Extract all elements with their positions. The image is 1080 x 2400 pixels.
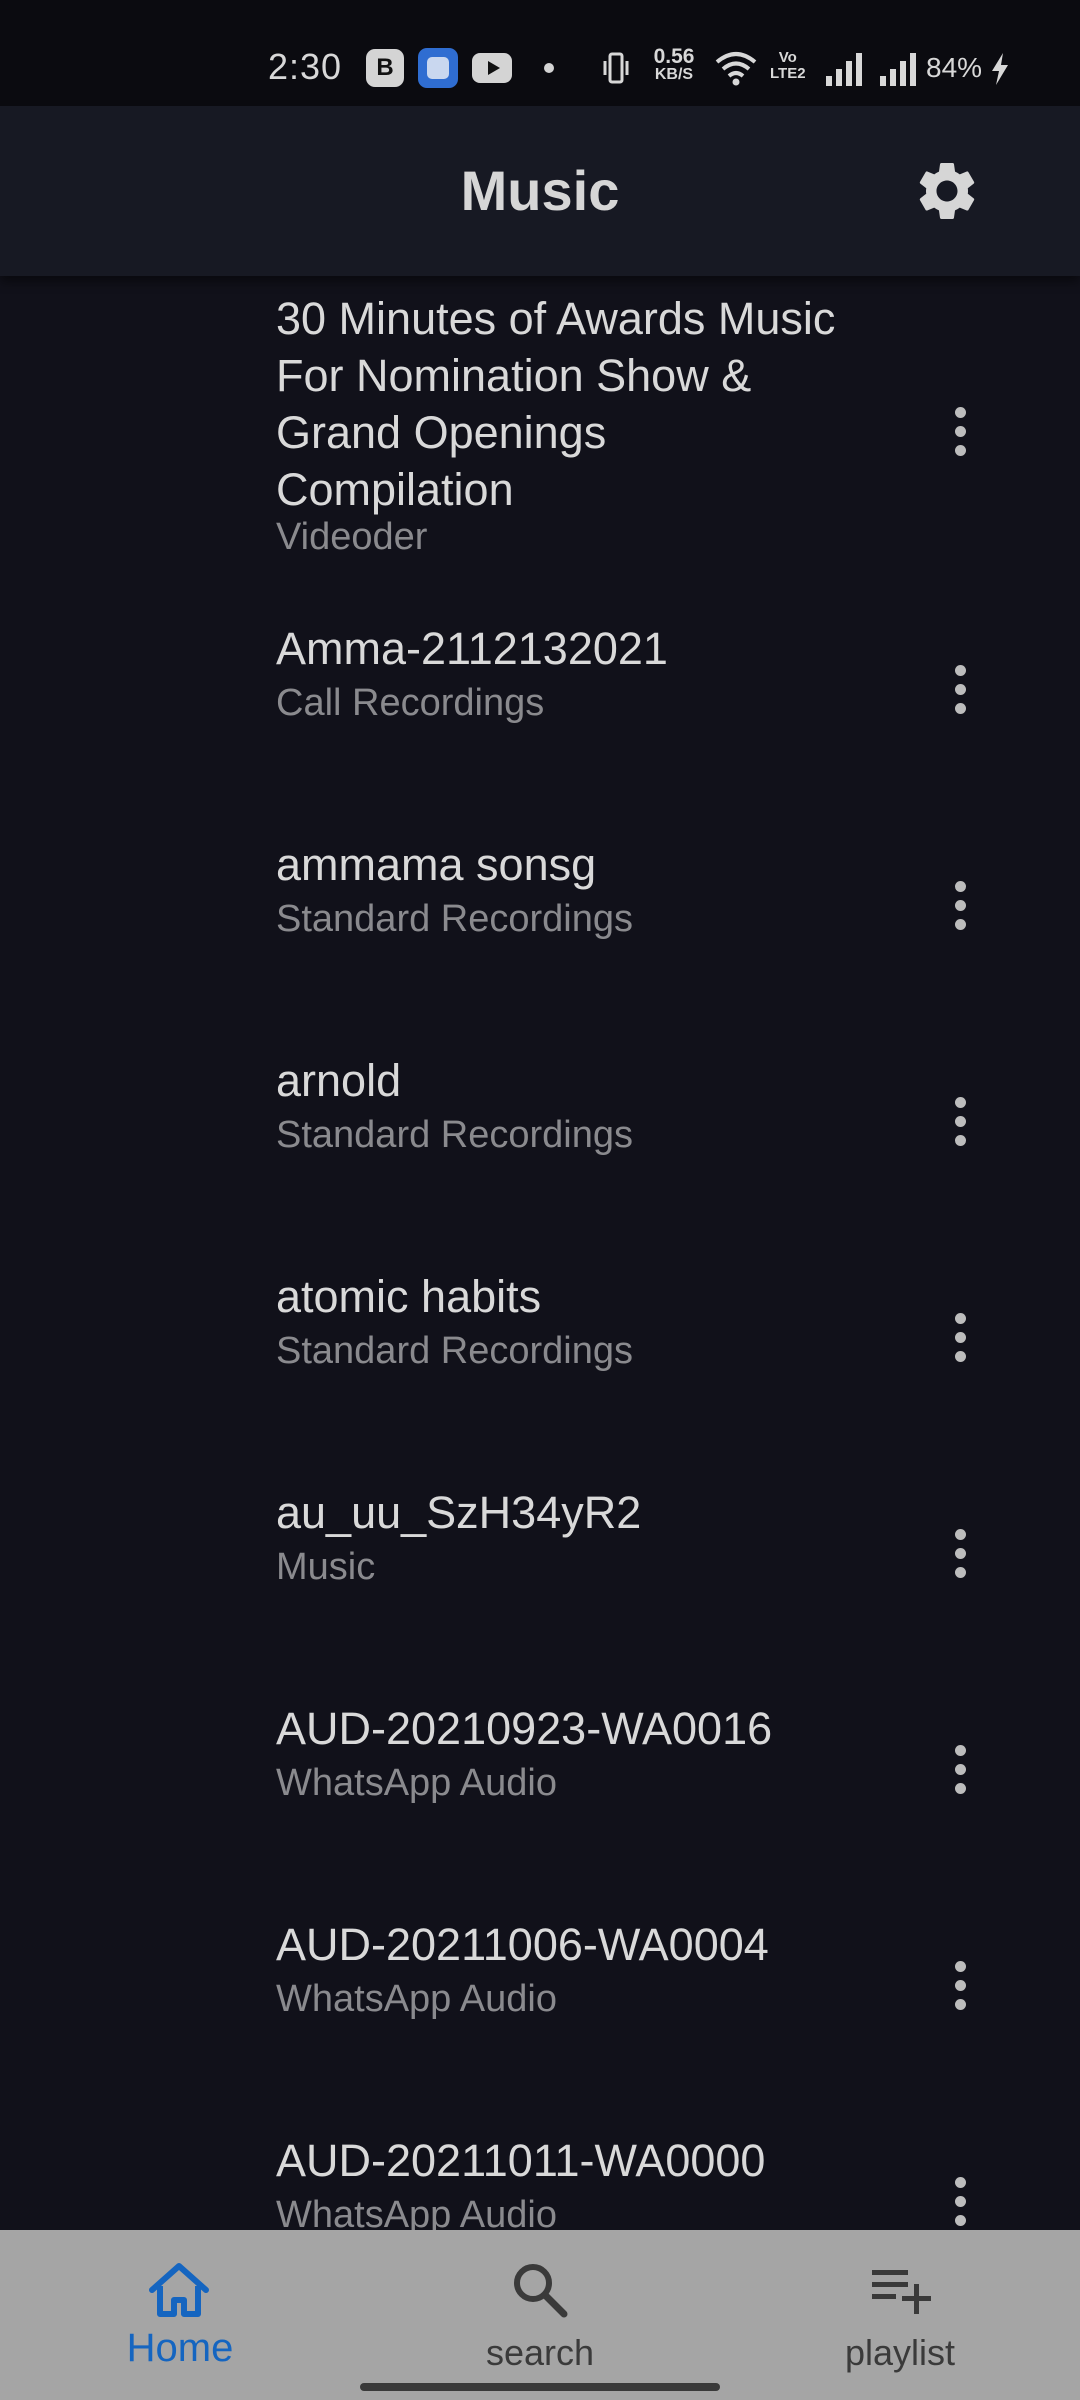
- app-bar: Music: [0, 106, 1080, 276]
- track-list: 30 Minutes of Awards Music For Nominatio…: [0, 276, 1080, 2230]
- track-title: AUD-20211006-WA0004: [276, 1919, 769, 1970]
- more-options-button[interactable]: [940, 870, 980, 940]
- more-options-button[interactable]: [940, 396, 980, 466]
- b-app-notification-icon: B: [366, 49, 404, 87]
- more-options-button[interactable]: [940, 654, 980, 724]
- track-subtitle: Standard Recordings: [276, 1114, 633, 1156]
- list-item[interactable]: AUD-20211011-WA0000 WhatsApp Audio: [0, 2132, 1080, 2230]
- gear-icon: [919, 162, 975, 219]
- track-title: AUD-20210923-WA0016: [276, 1703, 773, 1754]
- volte-icon: Vo LTE2: [770, 49, 806, 82]
- settings-button[interactable]: [912, 156, 982, 226]
- track-subtitle: Standard Recordings: [276, 898, 633, 940]
- network-speed-value: 0.56: [653, 45, 695, 68]
- track-subtitle: Videoder: [276, 516, 428, 558]
- signal-sim2-icon: [880, 53, 916, 86]
- track-subtitle: WhatsApp Audio: [276, 2194, 557, 2230]
- network-speed-unit: KB/S: [654, 66, 694, 83]
- charging-bolt-icon: [992, 53, 1008, 85]
- status-time: 2:30: [268, 46, 343, 87]
- battery-percent: 84%: [926, 52, 983, 83]
- wifi-icon: [715, 52, 757, 86]
- list-item[interactable]: Amma-2112132021 Call Recordings: [0, 620, 1080, 780]
- playlist-add-icon: [872, 2270, 931, 2314]
- track-subtitle: Call Recordings: [276, 682, 545, 724]
- list-item[interactable]: ammama sonsg Standard Recordings: [0, 836, 1080, 996]
- home-icon: [149, 2263, 209, 2317]
- more-options-button[interactable]: [940, 1302, 980, 1372]
- track-subtitle: Standard Recordings: [276, 1330, 633, 1372]
- list-item[interactable]: atomic habits Standard Recordings: [0, 1268, 1080, 1428]
- list-item[interactable]: 30 Minutes of Awards Music For Nominatio…: [0, 276, 1080, 570]
- search-icon: [514, 2264, 568, 2318]
- more-options-button[interactable]: [940, 1086, 980, 1156]
- status-bar: 2:30 B 0.56 KB/S Vo LTE2 84%: [0, 0, 1080, 106]
- signal-sim1-icon: [826, 53, 862, 86]
- track-subtitle: WhatsApp Audio: [276, 1978, 557, 2020]
- more-options-button[interactable]: [940, 1734, 980, 1804]
- more-options-button[interactable]: [940, 2166, 980, 2230]
- track-title: au_uu_SzH34yR2: [276, 1487, 642, 1538]
- track-title: Amma-2112132021: [276, 623, 668, 674]
- more-options-button[interactable]: [940, 1518, 980, 1588]
- track-title: arnold: [276, 1055, 402, 1106]
- list-item[interactable]: arnold Standard Recordings: [0, 1052, 1080, 1212]
- list-item[interactable]: au_uu_SzH34yR2 Music: [0, 1484, 1080, 1644]
- bottom-navigation: Home search playlist: [0, 2230, 1080, 2400]
- list-item[interactable]: AUD-20210923-WA0016 WhatsApp Audio: [0, 1700, 1080, 1860]
- more-options-button[interactable]: [940, 1950, 980, 2020]
- track-subtitle: WhatsApp Audio: [276, 1762, 557, 1804]
- nav-search[interactable]: search: [360, 2230, 720, 2400]
- notification-icons: B: [366, 48, 572, 88]
- track-title: 30 Minutes of Awards Music For Nominatio…: [276, 293, 836, 515]
- vibrate-icon: [603, 52, 629, 84]
- track-subtitle: Music: [276, 1546, 376, 1588]
- nav-search-label: search: [485, 2332, 595, 2373]
- youtube-notification-icon: [472, 53, 512, 83]
- track-title: AUD-20211011-WA0000: [276, 2135, 766, 2186]
- nav-playlist[interactable]: playlist: [720, 2230, 1080, 2400]
- nav-home[interactable]: Home: [0, 2230, 360, 2400]
- nav-home-label: Home: [126, 2326, 234, 2370]
- track-title: ammama sonsg: [276, 839, 597, 890]
- gesture-home-bar[interactable]: [360, 2383, 720, 2391]
- track-title: atomic habits: [276, 1271, 542, 1322]
- nav-playlist-label: playlist: [844, 2332, 956, 2373]
- app-notification-icon: [418, 48, 458, 88]
- network-speed: 0.56 KB/S: [646, 45, 702, 84]
- list-item[interactable]: AUD-20211006-WA0004 WhatsApp Audio: [0, 1916, 1080, 2076]
- more-notifications-dot-icon: [544, 63, 554, 73]
